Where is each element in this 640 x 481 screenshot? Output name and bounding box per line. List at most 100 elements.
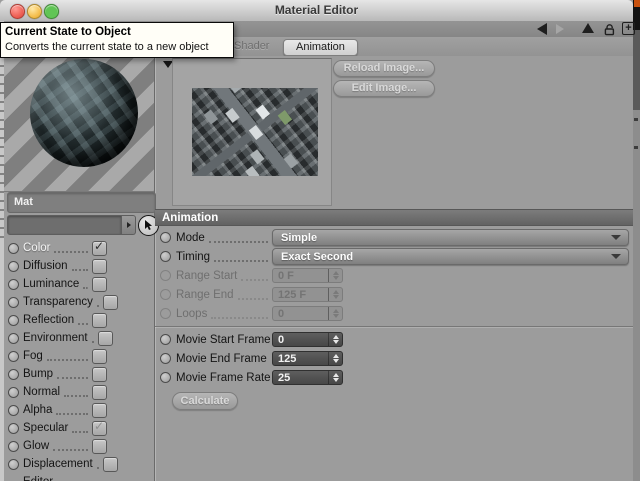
dotted-leader — [56, 405, 88, 415]
channel-state-circle[interactable] — [8, 422, 19, 434]
dotted-leader — [83, 279, 88, 289]
channel-state-circle[interactable] — [8, 242, 19, 254]
tooltip-title: Current State to Object — [5, 26, 131, 38]
channel-checkbox[interactable] — [92, 402, 107, 418]
channel-checkbox[interactable] — [92, 276, 107, 292]
background-mark — [634, 118, 638, 121]
movie-frame-rate-state-circle[interactable] — [160, 372, 171, 383]
channel-label: Color — [23, 242, 51, 254]
calculate-button[interactable]: Calculate — [172, 392, 238, 410]
movie-end-frame-state-circle[interactable] — [160, 353, 171, 364]
editor-content: Mat Color ✓ Diffusion Luminance Transpar… — [4, 56, 633, 481]
channel-state-circle[interactable] — [8, 368, 19, 380]
unlock-icon[interactable] — [603, 23, 616, 36]
channel-state-circle[interactable] — [8, 314, 19, 326]
channel-label: Bump — [23, 368, 54, 380]
section-separator — [155, 326, 633, 327]
range-start-label: Range Start — [176, 269, 238, 282]
movie-start-frame-stepper[interactable]: 0 — [272, 332, 343, 347]
movie-end-frame-value: 125 — [278, 352, 297, 365]
texture-image-thumbnail[interactable] — [192, 88, 318, 176]
movie-end-frame-stepper[interactable]: 125 — [272, 351, 343, 366]
right-panel: Reload Image... Edit Image... Animation … — [155, 56, 633, 481]
movie-start-frame-state-circle[interactable] — [160, 334, 171, 345]
dotted-leader — [53, 441, 88, 451]
movie-frame-rate-value: 25 — [278, 371, 291, 384]
range-end-state-circle — [160, 289, 171, 300]
channel-label: Diffusion — [23, 260, 68, 272]
channel-list: Color ✓ Diffusion Luminance Transparency… — [4, 239, 154, 481]
dropdown-arrow-icon — [611, 254, 621, 259]
channel-state-circle[interactable] — [8, 350, 19, 362]
edit-image-button[interactable]: Edit Image... — [333, 80, 435, 97]
timing-state-circle[interactable] — [160, 251, 171, 262]
channel-state-circle[interactable] — [8, 458, 19, 470]
tab-animation[interactable]: Animation — [283, 39, 358, 56]
timing-dropdown[interactable]: Exact Second — [272, 248, 629, 265]
channel-checkbox[interactable] — [97, 330, 113, 346]
dotted-leader — [96, 459, 99, 469]
channel-checkbox[interactable] — [92, 384, 107, 400]
texture-input[interactable] — [7, 215, 122, 235]
channel-state-circle[interactable] — [8, 296, 19, 308]
tooltip: Current State to Object Converts the cur… — [0, 22, 234, 58]
dotted-leader — [54, 243, 88, 253]
up-arrow-icon[interactable] — [582, 23, 594, 33]
check-icon: ✓ — [94, 418, 105, 433]
material-editor-window: Material Editor + Shader Animation Curre… — [0, 0, 640, 481]
window-title: Material Editor — [274, 3, 359, 17]
channel-checkbox[interactable] — [92, 438, 107, 454]
channel-checkbox[interactable] — [92, 258, 107, 274]
dotted-leader — [211, 309, 268, 319]
movie-end-frame-row: Movie End Frame 125 — [155, 349, 633, 368]
channel-label: Transparency — [23, 296, 93, 308]
stepper-arrows-icon[interactable] — [328, 352, 342, 365]
dotted-leader — [78, 315, 88, 325]
check-icon: ✓ — [94, 238, 105, 253]
channel-checkbox[interactable] — [102, 456, 118, 472]
stepper-arrows-icon[interactable] — [328, 371, 342, 384]
channel-checkbox[interactable] — [92, 312, 107, 328]
stepper-arrows-icon — [328, 307, 342, 320]
channel-state-circle[interactable] — [8, 404, 19, 416]
reload-image-button[interactable]: Reload Image... — [333, 60, 435, 77]
stepper-arrows-icon — [328, 288, 342, 301]
channel-checkbox[interactable]: ✓ — [92, 418, 107, 436]
channel-state-circle[interactable] — [8, 278, 19, 290]
add-object-icon[interactable]: + — [622, 22, 635, 35]
channel-state-circle[interactable] — [8, 386, 19, 398]
range-end-label: Range End — [176, 288, 234, 301]
channel-checkbox[interactable] — [92, 366, 107, 382]
channel-label: Glow — [23, 440, 50, 452]
channel-row: Fog — [4, 347, 154, 365]
channel-state-circle[interactable] — [8, 440, 19, 452]
back-arrow-icon[interactable] — [537, 23, 547, 35]
timing-value: Exact Second — [281, 250, 354, 263]
channel-state-circle[interactable] — [8, 260, 19, 272]
dotted-leader — [208, 233, 268, 243]
loops-stepper: 0 — [272, 306, 343, 321]
channel-checkbox[interactable] — [92, 348, 107, 364]
mode-dropdown[interactable]: Simple — [272, 229, 629, 246]
channel-checkbox[interactable]: ✓ — [92, 238, 107, 256]
background-mark — [634, 146, 638, 149]
cursor-icon — [145, 220, 152, 230]
movie-frame-rate-stepper[interactable]: 25 — [272, 370, 343, 385]
stepper-arrows-icon[interactable] — [328, 333, 342, 346]
mode-state-circle[interactable] — [160, 232, 171, 243]
channel-state-circle[interactable] — [8, 332, 19, 344]
material-preview[interactable] — [4, 56, 154, 192]
texture-popup-button[interactable] — [122, 215, 136, 235]
animation-section-header: Animation — [155, 209, 633, 226]
range-start-stepper: 0 F — [272, 268, 343, 283]
channel-checkbox[interactable] — [102, 294, 118, 310]
timing-label: Timing — [176, 250, 211, 263]
channel-row: Environment — [4, 329, 154, 347]
channel-row: Reflection — [4, 311, 154, 329]
range-start-row: Range Start 0 F — [155, 266, 633, 285]
stepper-arrows-icon — [328, 269, 342, 282]
loops-label: Loops — [176, 307, 208, 320]
material-preview-sphere — [30, 59, 138, 167]
material-name-field[interactable]: Mat — [7, 192, 156, 213]
forward-arrow-icon[interactable] — [556, 24, 564, 34]
